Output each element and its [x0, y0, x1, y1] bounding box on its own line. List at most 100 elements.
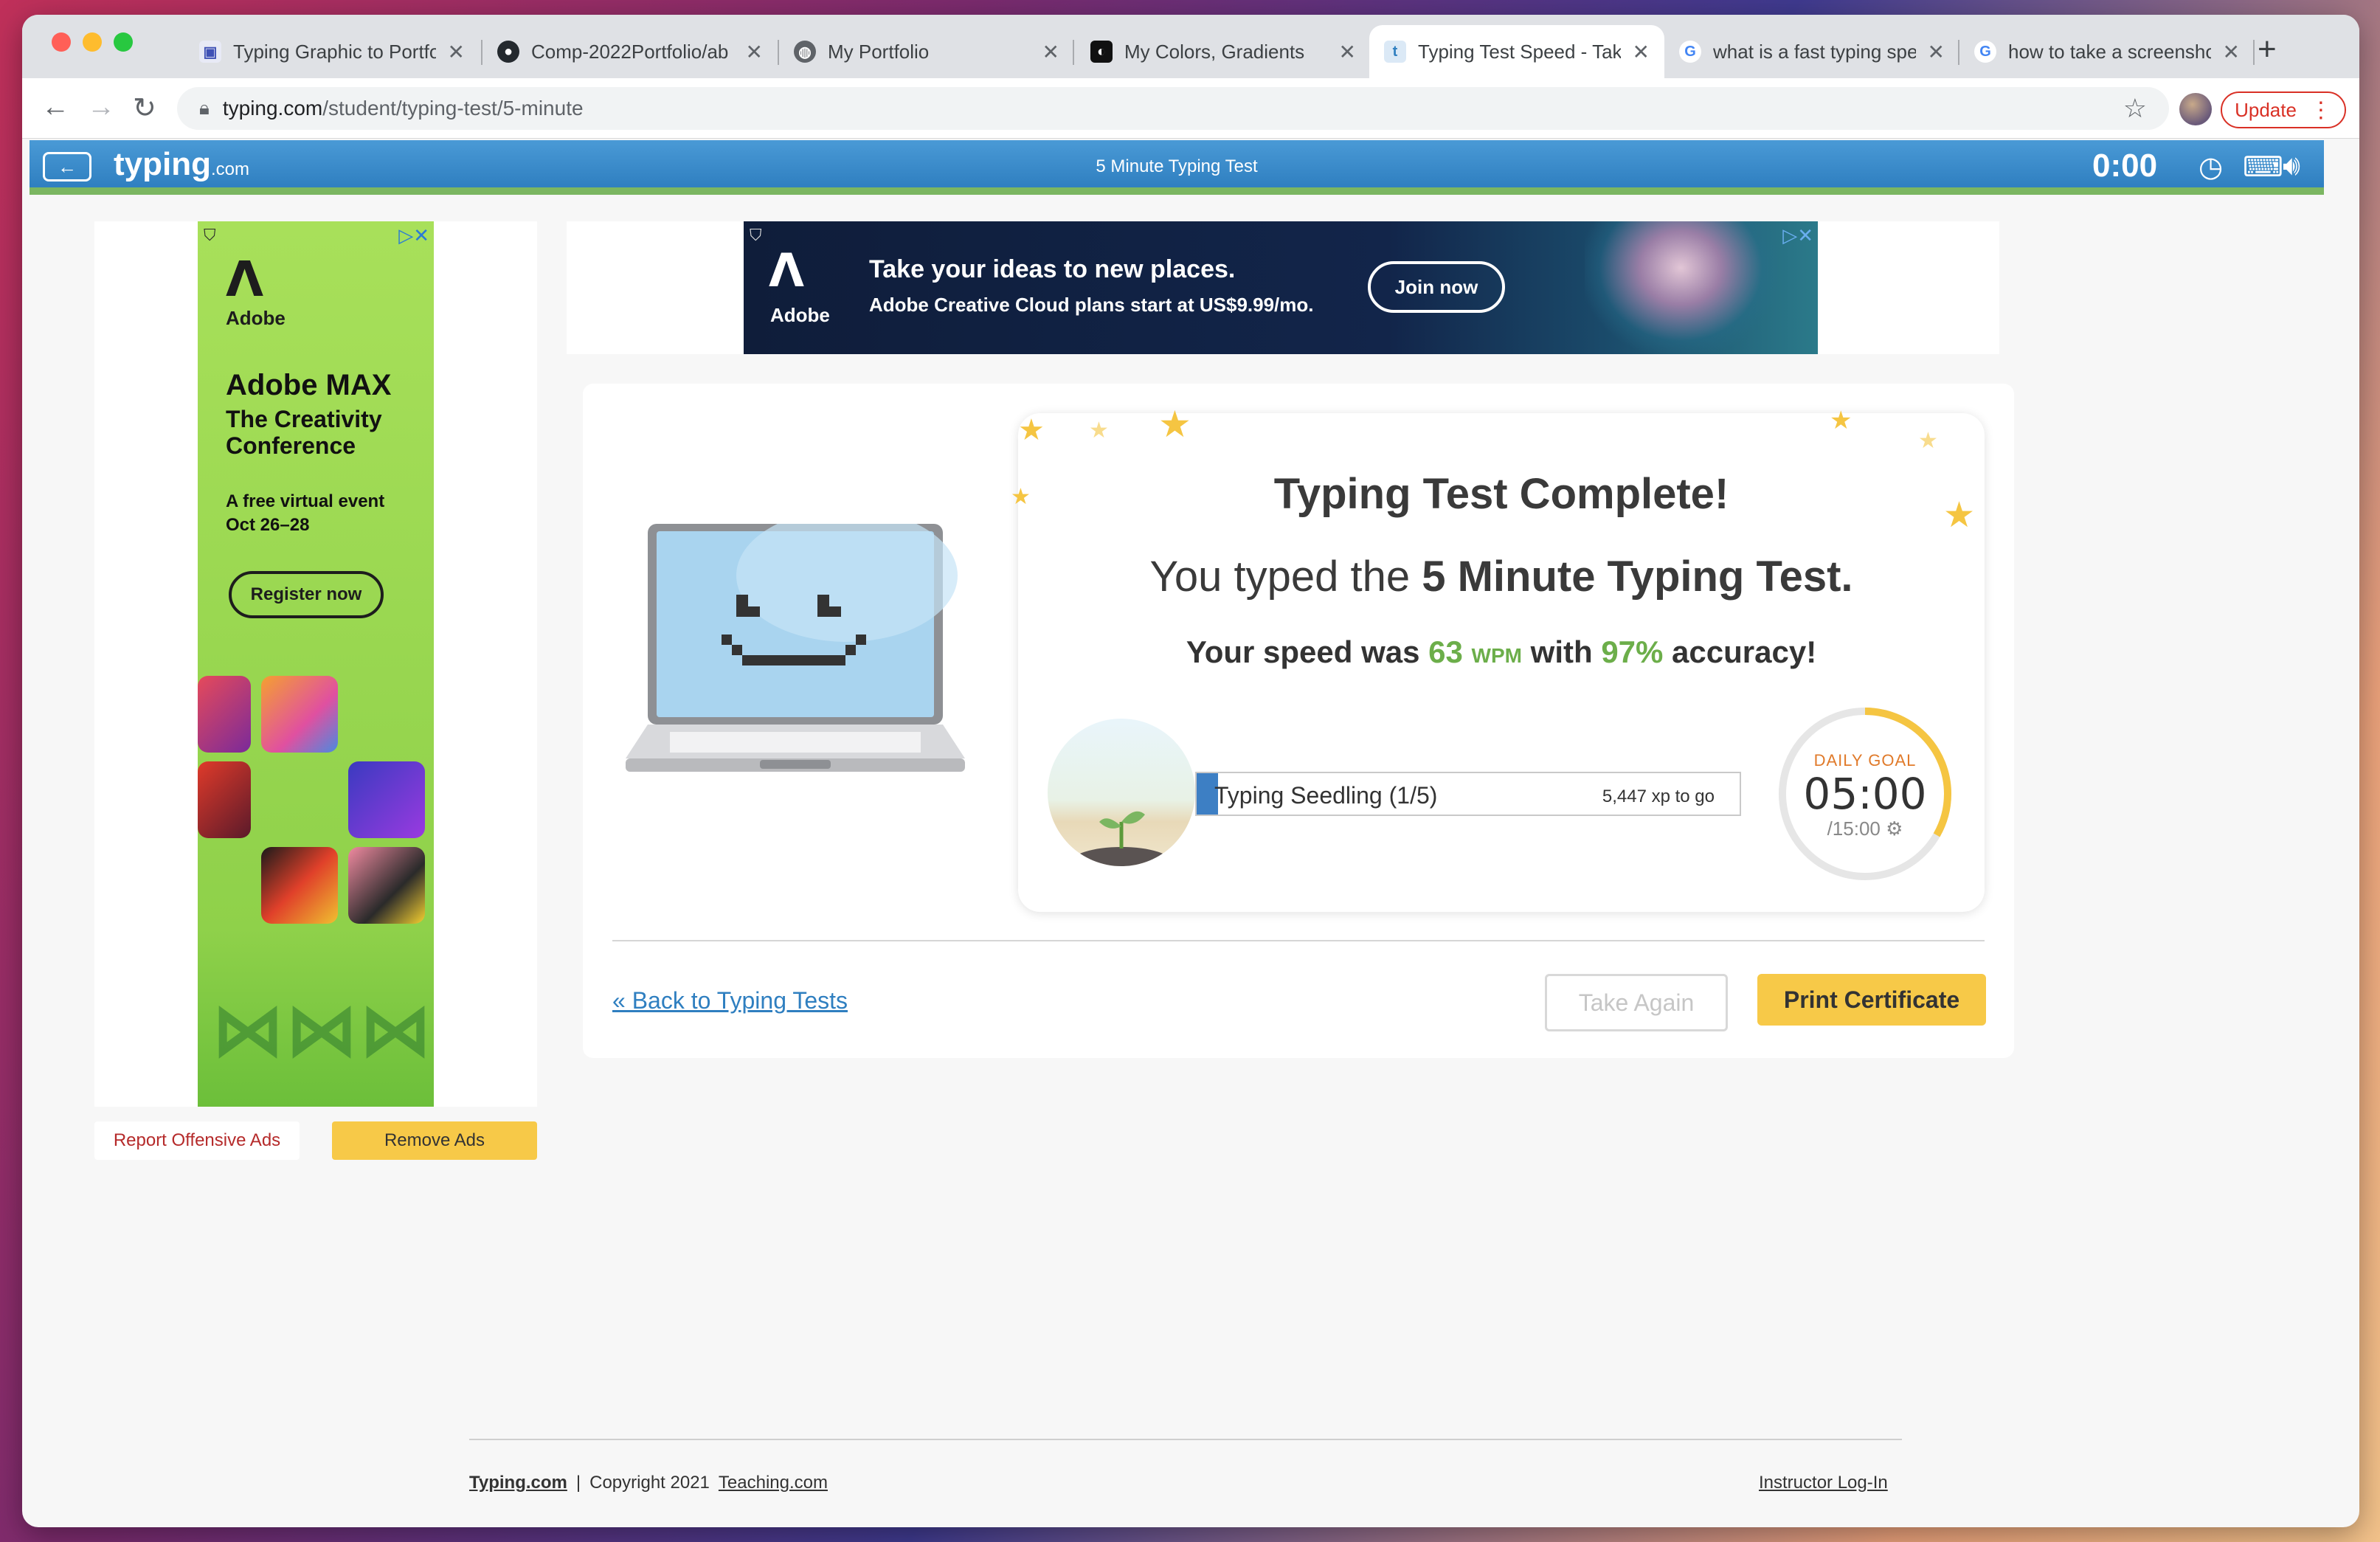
- daily-goal-total: /15:00 ⚙: [1777, 817, 1954, 840]
- tab-typing-graphic[interactable]: ▣ Typing Graphic to Portfo ✕: [184, 25, 480, 78]
- side-ad-container: ⛉ ▷✕ Λ Adobe Adobe MAX The Creativity Co…: [94, 221, 537, 1107]
- footer-teaching-link[interactable]: Teaching.com: [719, 1473, 828, 1493]
- ad-art-image: [348, 847, 425, 924]
- speed-prefix: Your speed was: [1186, 635, 1420, 669]
- tab-github[interactable]: ● Comp-2022Portfolio/ab ✕: [482, 25, 778, 78]
- profile-avatar[interactable]: [2179, 93, 2212, 125]
- speed-mid: with: [1530, 635, 1593, 669]
- back-to-typing-tests-link[interactable]: « Back to Typing Tests: [612, 987, 848, 1014]
- star-icon: ★: [1018, 414, 1045, 446]
- close-tab-icon[interactable]: ✕: [448, 40, 465, 64]
- back-nav-icon[interactable]: ←: [41, 91, 69, 123]
- side-ad[interactable]: ⛉ ▷✕ Λ Adobe Adobe MAX The Creativity Co…: [198, 221, 434, 1107]
- close-tab-icon[interactable]: ✕: [1928, 40, 1945, 64]
- bookmark-star-icon[interactable]: ☆: [2123, 93, 2147, 124]
- take-again-button[interactable]: Take Again: [1545, 974, 1728, 1031]
- zoom-window-button[interactable]: [114, 32, 133, 52]
- result-card: ★ ★ ★ ★ ★ ★ ★ Typing Test Complete! You …: [583, 384, 2014, 1058]
- daily-goal-ring: DAILY GOAL 05:00 /15:00 ⚙: [1777, 705, 1954, 882]
- tab-strip: ▣ Typing Graphic to Portfo ✕ ● Comp-2022…: [22, 15, 2359, 78]
- google-icon: G: [1974, 41, 1996, 63]
- tab-label: Typing Test Speed - Tak: [1418, 40, 1621, 63]
- url-path: /student/typing-test/5-minute: [322, 97, 584, 120]
- report-offensive-ads-button[interactable]: Report Offensive Ads: [94, 1121, 300, 1160]
- max-logo-art: ⋈⋈⋈: [212, 991, 434, 1070]
- daily-goal-total-text: /15:00: [1827, 817, 1881, 840]
- close-tab-icon[interactable]: ✕: [1633, 40, 1650, 64]
- ad-art-image: [198, 761, 251, 838]
- close-tab-icon[interactable]: ✕: [1339, 40, 1356, 64]
- address-bar[interactable]: 🔒︎ typing.com/student/typing-test/5-minu…: [177, 87, 2169, 130]
- tab-my-portfolio[interactable]: ◍ My Portfolio ✕: [779, 25, 1074, 78]
- wpm-value: 63: [1428, 635, 1463, 669]
- accuracy-value: 97%: [1601, 635, 1664, 669]
- tab-my-colors[interactable]: ◐ My Colors, Gradients ✕: [1076, 25, 1371, 78]
- footer-divider: [469, 1439, 1902, 1440]
- ad-art-image: [198, 676, 251, 753]
- tab-separator: [2253, 40, 2255, 65]
- adobe-logo-icon: Λ: [769, 243, 804, 297]
- speed-suffix: accuracy!: [1672, 635, 1817, 669]
- forward-nav-icon[interactable]: →: [87, 91, 115, 123]
- top-ad[interactable]: ⛉ ▷✕ Λ Adobe Take your ideas to new plac…: [744, 221, 1818, 354]
- browser-window: ▣ Typing Graphic to Portfo ✕ ● Comp-2022…: [22, 15, 2359, 1527]
- seedling-icon: [1070, 811, 1173, 866]
- ad-choices-icon[interactable]: ⛉: [750, 226, 762, 245]
- footer-separator: |: [575, 1473, 581, 1493]
- result-heading: Typing Test Complete!: [1273, 470, 1729, 518]
- ad-close-icon[interactable]: ▷✕: [1782, 224, 1813, 247]
- close-window-button[interactable]: [52, 32, 71, 52]
- divider: [612, 940, 1985, 941]
- close-tab-icon[interactable]: ✕: [746, 40, 763, 64]
- keyboard-hidden-icon[interactable]: ⌨: [2243, 151, 2283, 184]
- google-icon: G: [1679, 41, 1701, 63]
- tab-label: how to take a screensho: [2008, 40, 2211, 63]
- ad-join-button[interactable]: Join now: [1368, 261, 1505, 313]
- level-label: Typing Seedling (1/5): [1214, 782, 1438, 809]
- update-button[interactable]: Update ⋮: [2221, 91, 2346, 128]
- github-icon: ●: [497, 41, 519, 63]
- settings-gear-icon[interactable]: ⚙: [1886, 817, 1903, 840]
- speed-summary: Your speed was 63 WPM with 97% accuracy!: [1018, 635, 1985, 670]
- footer-copyright: Copyright 2021: [589, 1473, 710, 1493]
- ad-choices-icon[interactable]: ⛉: [204, 226, 216, 245]
- daily-goal-label: DAILY GOAL: [1813, 751, 1917, 770]
- star-icon: ★: [1158, 404, 1191, 445]
- typing-icon: t: [1384, 41, 1406, 63]
- seedling-badge: [1048, 719, 1195, 866]
- star-icon: ★: [1830, 407, 1853, 435]
- history-icon[interactable]: ◷: [2199, 151, 2223, 184]
- sound-icon[interactable]: 🔊︎: [2283, 151, 2300, 182]
- ad-close-icon[interactable]: ▷✕: [398, 224, 429, 247]
- site-header: ← typing.com 5 Minute Typing Test 0:00 ◷…: [30, 140, 2324, 195]
- reload-icon[interactable]: ↻: [133, 91, 156, 125]
- ad-brand: Adobe: [226, 307, 286, 329]
- wpm-unit: WPM: [1471, 644, 1522, 667]
- ad-register-button[interactable]: Register now: [229, 571, 384, 618]
- new-tab-button[interactable]: +: [2258, 31, 2277, 68]
- smiling-laptop-icon: [626, 524, 965, 772]
- footer-typing-link[interactable]: Typing.com: [469, 1473, 567, 1493]
- remove-ads-button[interactable]: Remove Ads: [332, 1121, 537, 1160]
- result-bubble: ★ ★ ★ ★ ★ ★ ★ Typing Test Complete! You …: [1011, 404, 1985, 912]
- ad-art-image: [261, 676, 338, 753]
- more-menu-icon[interactable]: ⋮: [2310, 97, 2332, 123]
- print-certificate-button[interactable]: Print Certificate: [1757, 974, 1986, 1026]
- footer-left: Typing.com | Copyright 2021 Teaching.com: [469, 1473, 828, 1493]
- daily-goal-time: 05:00: [1803, 769, 1927, 819]
- close-tab-icon[interactable]: ✕: [2223, 40, 2240, 64]
- tab-typing-test-active[interactable]: t Typing Test Speed - Tak ✕: [1369, 25, 1664, 78]
- star-icon: ★: [1918, 429, 1938, 453]
- tab-fast-typing-search[interactable]: G what is a fast typing spe ✕: [1664, 25, 1959, 78]
- instructor-login-link[interactable]: Instructor Log-In: [1759, 1473, 1888, 1493]
- ad-art-image: [348, 761, 425, 838]
- top-ad-container: ⛉ ▷✕ Λ Adobe Take your ideas to new plac…: [567, 221, 1999, 354]
- close-tab-icon[interactable]: ✕: [1042, 40, 1059, 64]
- typed-prefix: You typed the: [1149, 553, 1411, 601]
- tab-screenshot-search[interactable]: G how to take a screensho ✕: [1959, 25, 2255, 78]
- xp-to-go: 5,447 xp to go: [1602, 786, 1715, 806]
- minimize-window-button[interactable]: [83, 32, 102, 52]
- browser-toolbar: ← → ↻ 🔒︎ typing.com/student/typing-test/…: [22, 78, 2359, 139]
- typed-test-name: 5 Minute Typing Test.: [1422, 553, 1853, 601]
- ad-brand: Adobe: [770, 304, 830, 326]
